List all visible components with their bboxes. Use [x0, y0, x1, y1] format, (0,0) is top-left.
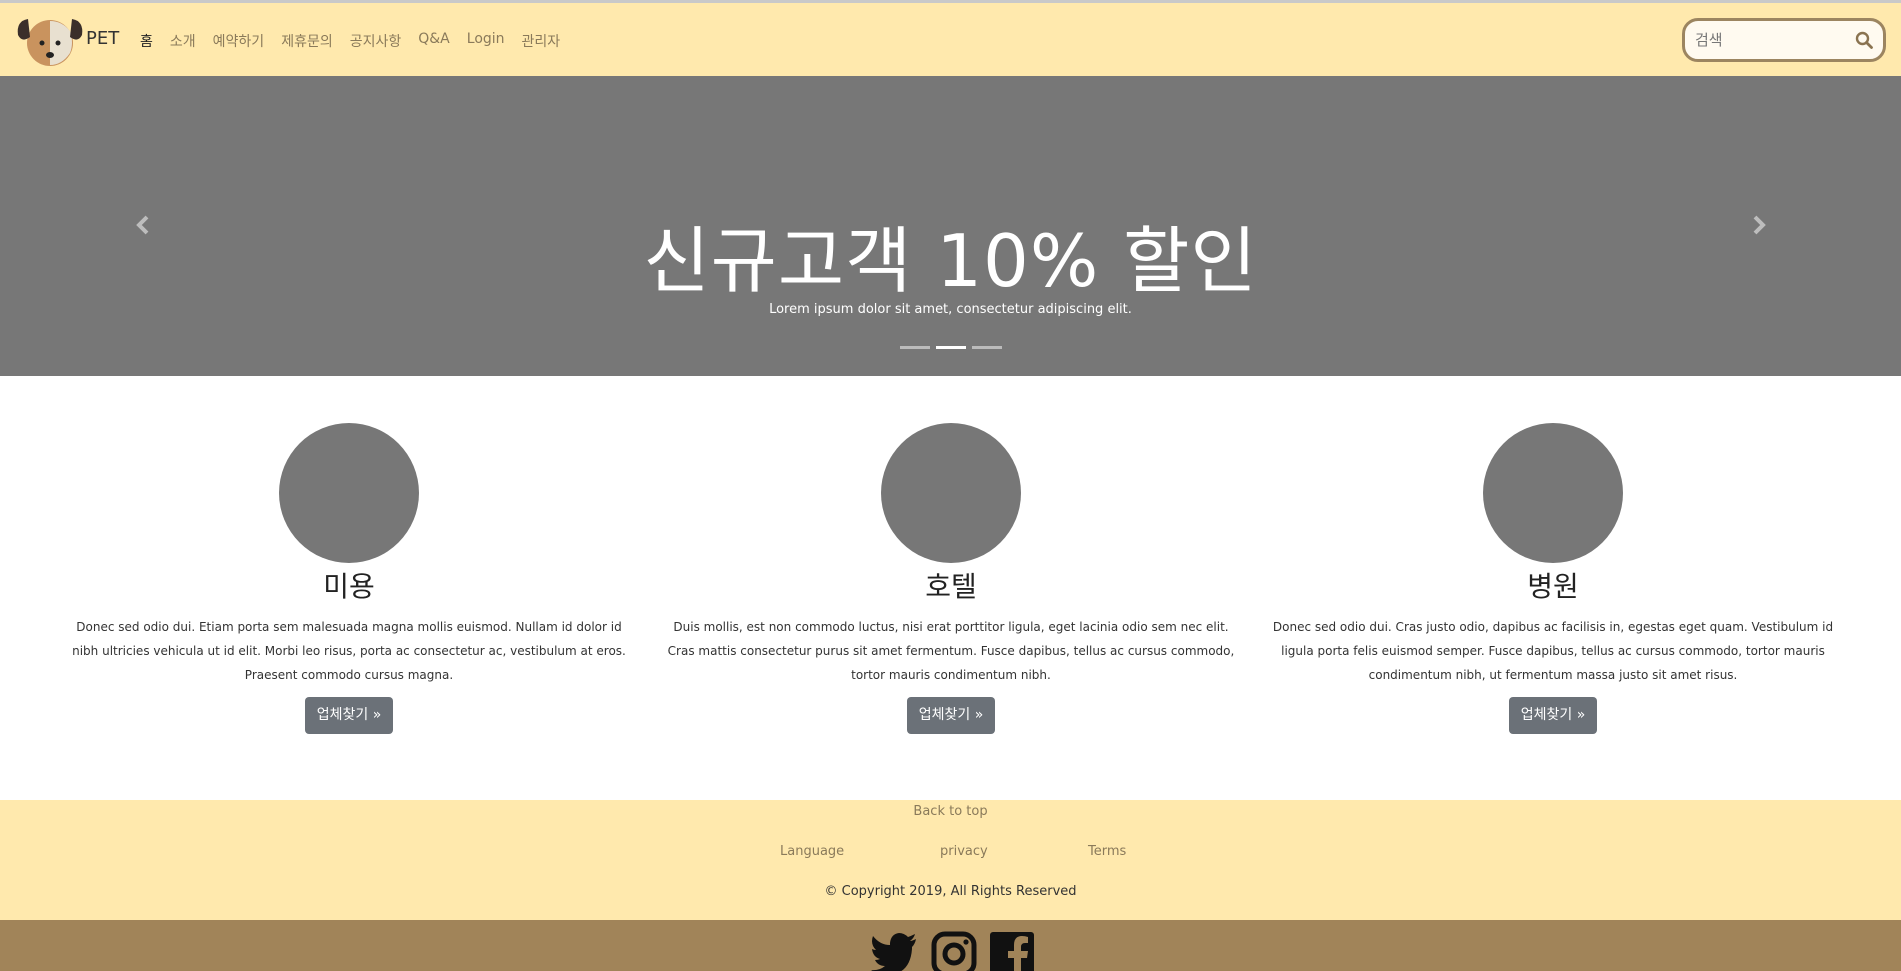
footer-link-terms[interactable]: Terms: [1088, 844, 1126, 859]
twitter-icon[interactable]: [870, 930, 918, 971]
main-nav: 홈 소개 예약하기 제휴문의 공지사항 Q&A Login 관리자: [140, 31, 560, 51]
hero-title: 신규고객 10% 할인: [643, 219, 1258, 303]
carousel-indicator[interactable]: [900, 346, 930, 349]
hero-subtitle: Lorem ipsum dolor sit amet, consectetur …: [769, 302, 1132, 317]
nav-item-partnership[interactable]: 제휴문의: [281, 31, 333, 51]
feature-text: Duis mollis, est non commodo luctus, nis…: [667, 620, 1235, 682]
nav-item-home[interactable]: 홈: [140, 31, 153, 51]
footer: Back to top Language privacy Terms © Cop…: [0, 800, 1901, 920]
dog-face-icon[interactable]: [14, 13, 86, 69]
social-bar: [0, 920, 1901, 971]
brand-name[interactable]: PET: [86, 28, 119, 49]
feature-hotel: 호텔 Duis mollis, est non commodo luctus, …: [661, 423, 1241, 734]
facebook-icon[interactable]: [988, 930, 1036, 971]
feature-title: 호텔: [925, 570, 977, 603]
find-company-button[interactable]: 업체찾기 »: [906, 697, 996, 734]
feature-grooming: 미용 Donec sed odio dui. Etiam porta sem m…: [59, 423, 639, 734]
feature-title: 미용: [323, 570, 375, 603]
nav-item-admin[interactable]: 관리자: [522, 31, 561, 51]
footer-link-privacy[interactable]: privacy: [940, 844, 988, 859]
feature-title: 병원: [1527, 570, 1579, 603]
back-to-top-link[interactable]: Back to top: [0, 804, 1901, 819]
carousel-indicators: [900, 346, 1002, 349]
instagram-icon[interactable]: [930, 930, 978, 971]
search-input[interactable]: [1695, 29, 1845, 51]
footer-link-language[interactable]: Language: [780, 844, 844, 859]
copyright-text: © Copyright 2019, All Rights Reserved: [824, 884, 1077, 899]
nav-item-notice[interactable]: 공지사항: [350, 31, 402, 51]
hero-carousel: 신규고객 10% 할인 Lorem ipsum dolor sit amet, …: [0, 76, 1901, 376]
top-navbar: PET 홈 소개 예약하기 제휴문의 공지사항 Q&A Login 관리자: [0, 0, 1901, 76]
feature-hospital: 병원 Donec sed odio dui. Cras justo odio, …: [1263, 423, 1843, 734]
carousel-indicator[interactable]: [972, 346, 1002, 349]
nav-item-reservation[interactable]: 예약하기: [213, 31, 265, 51]
feature-image: [1483, 423, 1623, 563]
nav-item-login[interactable]: Login: [467, 31, 505, 51]
feature-text: Donec sed odio dui. Etiam porta sem male…: [72, 620, 626, 682]
search-icon[interactable]: [1855, 31, 1873, 49]
nav-item-qna[interactable]: Q&A: [418, 31, 450, 51]
chevron-right-icon[interactable]: [1748, 211, 1770, 239]
feature-image: [881, 423, 1021, 563]
feature-image: [279, 423, 419, 563]
find-company-button[interactable]: 업체찾기 »: [1508, 697, 1598, 734]
carousel-indicator-active[interactable]: [936, 346, 966, 349]
search-box: [1682, 18, 1886, 62]
nav-item-about[interactable]: 소개: [170, 31, 196, 51]
feature-text: Donec sed odio dui. Cras justo odio, dap…: [1272, 620, 1834, 682]
find-company-button[interactable]: 업체찾기 »: [304, 697, 394, 734]
